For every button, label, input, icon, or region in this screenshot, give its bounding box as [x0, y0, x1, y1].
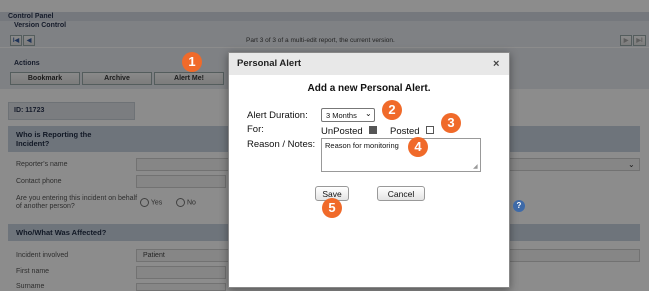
unposted-checkbox[interactable] — [369, 126, 377, 134]
reason-notes-textarea[interactable]: Reason for monitoring ◢ — [321, 138, 481, 172]
reason-notes-value: Reason for monitoring — [325, 141, 399, 150]
close-icon[interactable]: × — [493, 58, 499, 70]
for-label: For: — [247, 124, 264, 135]
step-badge-1: 1 — [182, 52, 202, 72]
dialog-heading: Add a new Personal Alert. — [307, 83, 431, 94]
dialog-title: Personal Alert — [237, 58, 302, 69]
chevron-down-icon: ⌄ — [365, 109, 372, 118]
cancel-button[interactable]: Cancel — [377, 186, 425, 201]
help-icon[interactable]: ? — [513, 200, 525, 212]
alert-duration-label: Alert Duration: — [247, 110, 308, 121]
reason-notes-label: Reason / Notes: — [247, 139, 316, 150]
unposted-label: UnPosted — [321, 126, 363, 137]
step-badge-2: 2 — [382, 100, 402, 120]
step-badge-3: 3 — [441, 113, 461, 133]
resize-handle-icon[interactable]: ◢ — [473, 163, 478, 170]
posted-checkbox[interactable] — [426, 126, 434, 134]
personal-alert-dialog: Personal Alert × Add a new Personal Aler… — [228, 52, 510, 288]
posted-label: Posted — [390, 126, 420, 137]
dialog-titlebar: Personal Alert — [229, 53, 509, 75]
alert-duration-value: 3 Months — [326, 111, 357, 120]
step-badge-4: 4 — [408, 137, 428, 157]
step-badge-5: 5 — [322, 198, 342, 218]
alert-duration-select[interactable]: 3 Months ⌄ — [321, 108, 375, 122]
